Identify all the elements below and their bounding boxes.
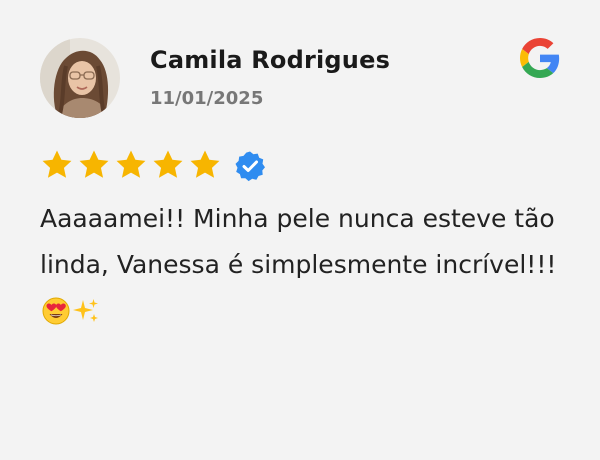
star-icon (188, 148, 222, 182)
sparkles-emoji (72, 297, 100, 325)
avatar (40, 38, 120, 118)
verified-badge-icon (234, 150, 266, 182)
review-text-block: Aaaaamei!! Minha pele nunca esteve tão l… (40, 196, 570, 334)
star-icon (77, 148, 111, 182)
heart-eyes-emoji (42, 297, 70, 325)
google-icon (520, 38, 560, 78)
star-icon (151, 148, 185, 182)
star-icon (114, 148, 148, 182)
review-text: Aaaaamei!! Minha pele nunca esteve tão l… (40, 204, 557, 279)
review-card: Camila Rodrigues 11/01/2025 Aaaaamei!! M… (0, 0, 600, 460)
review-date: 11/01/2025 (150, 88, 264, 109)
star-icon (40, 148, 74, 182)
star-rating (40, 147, 225, 183)
author-name: Camila Rodrigues (150, 46, 391, 74)
